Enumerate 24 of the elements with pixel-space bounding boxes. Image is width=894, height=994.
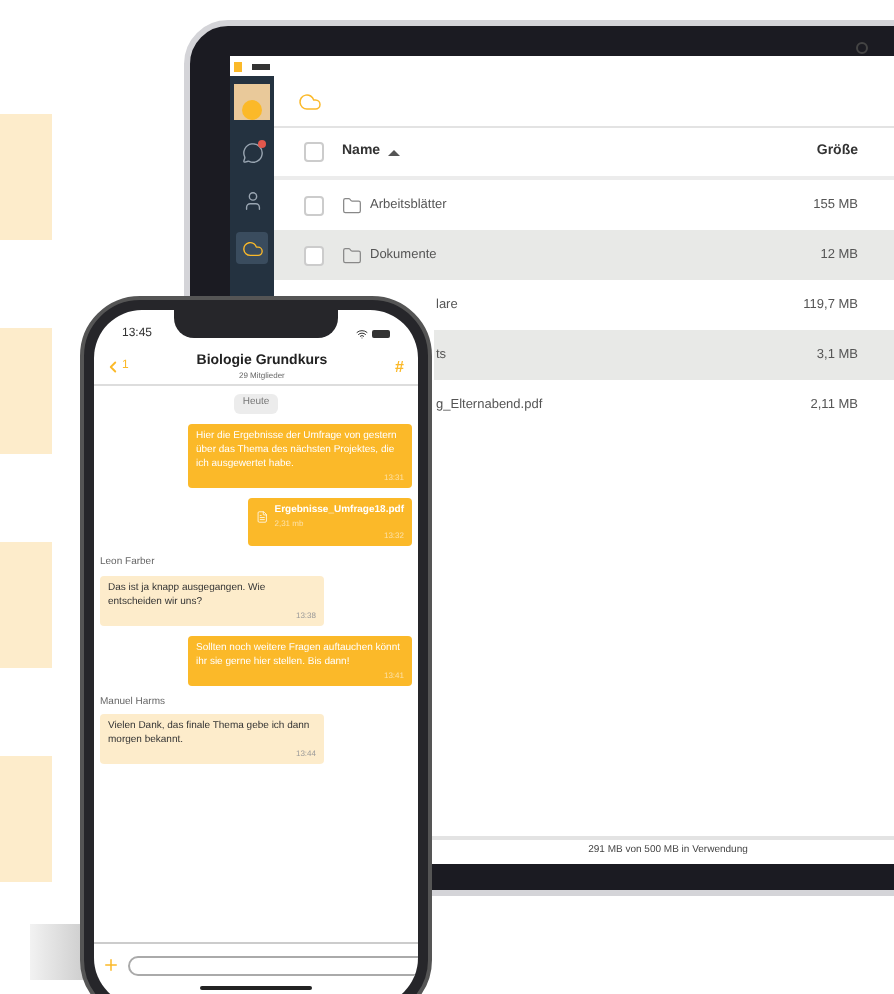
add-button[interactable] — [102, 956, 120, 974]
folder-icon — [342, 195, 362, 215]
cloud-icon — [241, 237, 263, 259]
camera-icon — [856, 42, 868, 54]
person-icon — [241, 189, 263, 211]
row-checkbox[interactable] — [304, 245, 324, 265]
row-checkbox[interactable] — [304, 195, 324, 215]
sort-ascending-icon — [388, 149, 401, 155]
pdf-file-icon — [256, 505, 269, 528]
decorative-block — [0, 542, 52, 668]
decorative-block — [0, 114, 52, 240]
logo-icon — [234, 61, 270, 71]
chevron-left-icon — [104, 358, 122, 376]
cloud-icon[interactable] — [298, 89, 322, 113]
avatar-icon[interactable] — [234, 84, 270, 120]
wifi-icon — [356, 328, 368, 340]
folder-icon — [342, 245, 362, 265]
battery-icon — [372, 330, 390, 338]
chat-bubble-icon — [241, 141, 263, 163]
decorative-block — [0, 756, 52, 882]
select-all-checkbox[interactable] — [304, 142, 324, 162]
cloud-nav-item[interactable] — [236, 232, 268, 264]
decorative-block — [0, 328, 52, 454]
home-indicator — [200, 986, 312, 990]
